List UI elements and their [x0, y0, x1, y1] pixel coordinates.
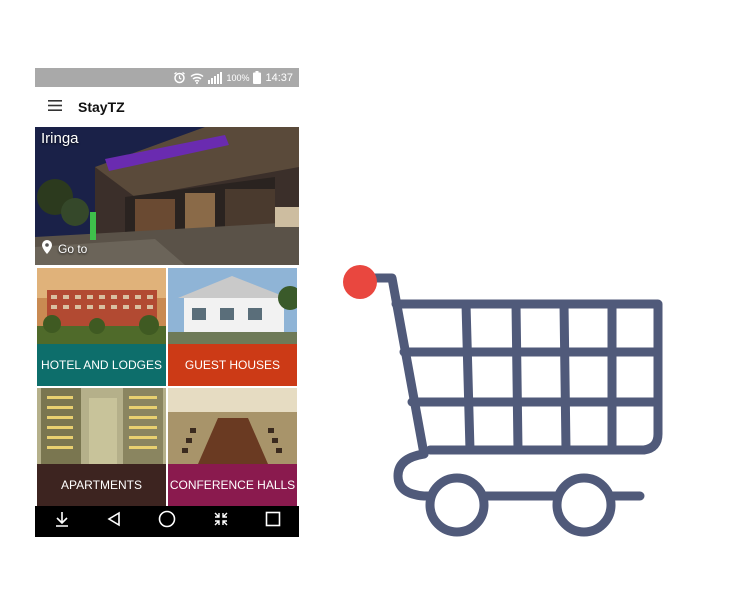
- location-pin-icon: [42, 240, 52, 257]
- category-hotel-and-lodges[interactable]: HOTEL AND LODGES: [37, 268, 166, 386]
- status-bar: 100% 14:37: [35, 68, 299, 87]
- category-guest-houses[interactable]: GUEST HOUSES: [168, 268, 297, 386]
- category-label: HOTEL AND LODGES: [37, 344, 166, 386]
- battery-icon: [253, 71, 262, 84]
- category-label: APARTMENTS: [37, 464, 166, 506]
- collapse-icon[interactable]: [212, 510, 230, 533]
- guest-house-photo: [168, 268, 297, 344]
- download-arrow-icon[interactable]: [53, 510, 71, 533]
- category-conference-halls[interactable]: CONFERENCE HALLS: [168, 388, 297, 506]
- recents-icon[interactable]: [265, 511, 281, 532]
- cart-dot: [343, 265, 377, 299]
- menu-icon[interactable]: [48, 98, 62, 116]
- signal-icon: [208, 71, 223, 84]
- back-icon[interactable]: [106, 511, 122, 532]
- hotel-photo: [37, 268, 166, 344]
- status-time: 14:37: [265, 71, 293, 84]
- hero-city-label: Iringa: [41, 130, 79, 147]
- apartments-photo: [37, 388, 166, 464]
- goto-label: Go to: [58, 241, 88, 256]
- app-title: StayTZ: [78, 99, 125, 115]
- alarm-icon: [173, 71, 186, 84]
- category-label: CONFERENCE HALLS: [168, 464, 297, 506]
- category-apartments[interactable]: APARTMENTS: [37, 388, 166, 506]
- category-label: GUEST HOUSES: [168, 344, 297, 386]
- battery-percent: 100%: [226, 72, 250, 83]
- phone-screen: 100% 14:37 StayTZ Iringa Go to HOTEL AND…: [35, 68, 299, 537]
- app-bar: StayTZ: [35, 87, 299, 127]
- conference-hall-photo: [168, 388, 297, 464]
- home-icon[interactable]: [158, 510, 176, 533]
- goto-link[interactable]: Go to: [42, 240, 87, 257]
- android-nav-bar: [35, 506, 299, 537]
- hero-banner[interactable]: Iringa Go to: [35, 127, 299, 265]
- wifi-icon: [190, 72, 204, 84]
- shopping-cart-icon: [343, 265, 663, 537]
